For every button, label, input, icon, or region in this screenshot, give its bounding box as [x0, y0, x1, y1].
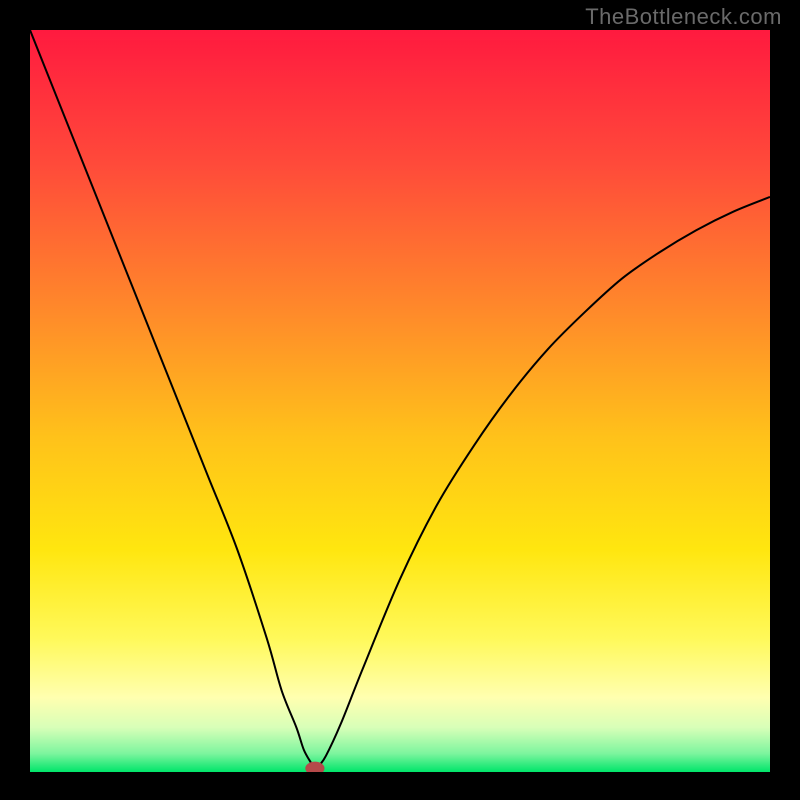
gradient-background	[30, 30, 770, 772]
plot-area	[30, 30, 770, 772]
chart-frame: TheBottleneck.com	[0, 0, 800, 800]
chart-svg	[30, 30, 770, 772]
watermark-text: TheBottleneck.com	[585, 4, 782, 30]
